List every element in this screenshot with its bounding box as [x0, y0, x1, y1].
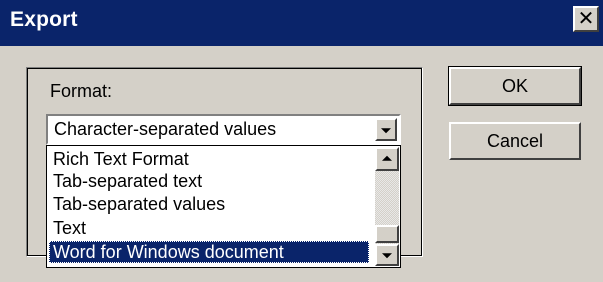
list-item[interactable]: Rich Text Format — [51, 148, 189, 170]
cancel-button[interactable]: Cancel — [449, 122, 581, 160]
scroll-down-button[interactable] — [375, 244, 399, 266]
close-icon: ✕ — [577, 8, 595, 30]
vertical-scrollbar[interactable] — [375, 147, 399, 266]
list-item-selected[interactable]: Word for Windows document — [49, 241, 369, 263]
ok-button[interactable]: OK — [448, 66, 582, 106]
close-button[interactable]: ✕ — [573, 6, 599, 32]
export-dialog: Export ✕ Format: Character-separated val… — [0, 0, 603, 282]
chevron-down-icon — [381, 127, 391, 133]
scroll-up-button[interactable] — [375, 147, 399, 171]
list-item[interactable]: Tab-separated text — [51, 170, 202, 192]
arrow-down-icon — [382, 253, 392, 259]
format-dropdown[interactable]: Character-separated values — [46, 114, 401, 145]
format-label: Format: — [50, 81, 113, 101]
window-title: Export — [10, 8, 78, 31]
format-options-list[interactable]: Rich Text Format Tab-separated text Tab-… — [46, 145, 401, 268]
list-item[interactable]: Tab-separated values — [51, 193, 225, 215]
format-selected-value: Character-separated values — [54, 119, 277, 139]
title-bar: Export ✕ — [0, 0, 603, 46]
arrow-up-icon — [382, 155, 392, 161]
scroll-thumb[interactable] — [375, 225, 399, 243]
dropdown-button[interactable] — [375, 118, 397, 141]
list-item[interactable]: Text — [51, 217, 86, 239]
